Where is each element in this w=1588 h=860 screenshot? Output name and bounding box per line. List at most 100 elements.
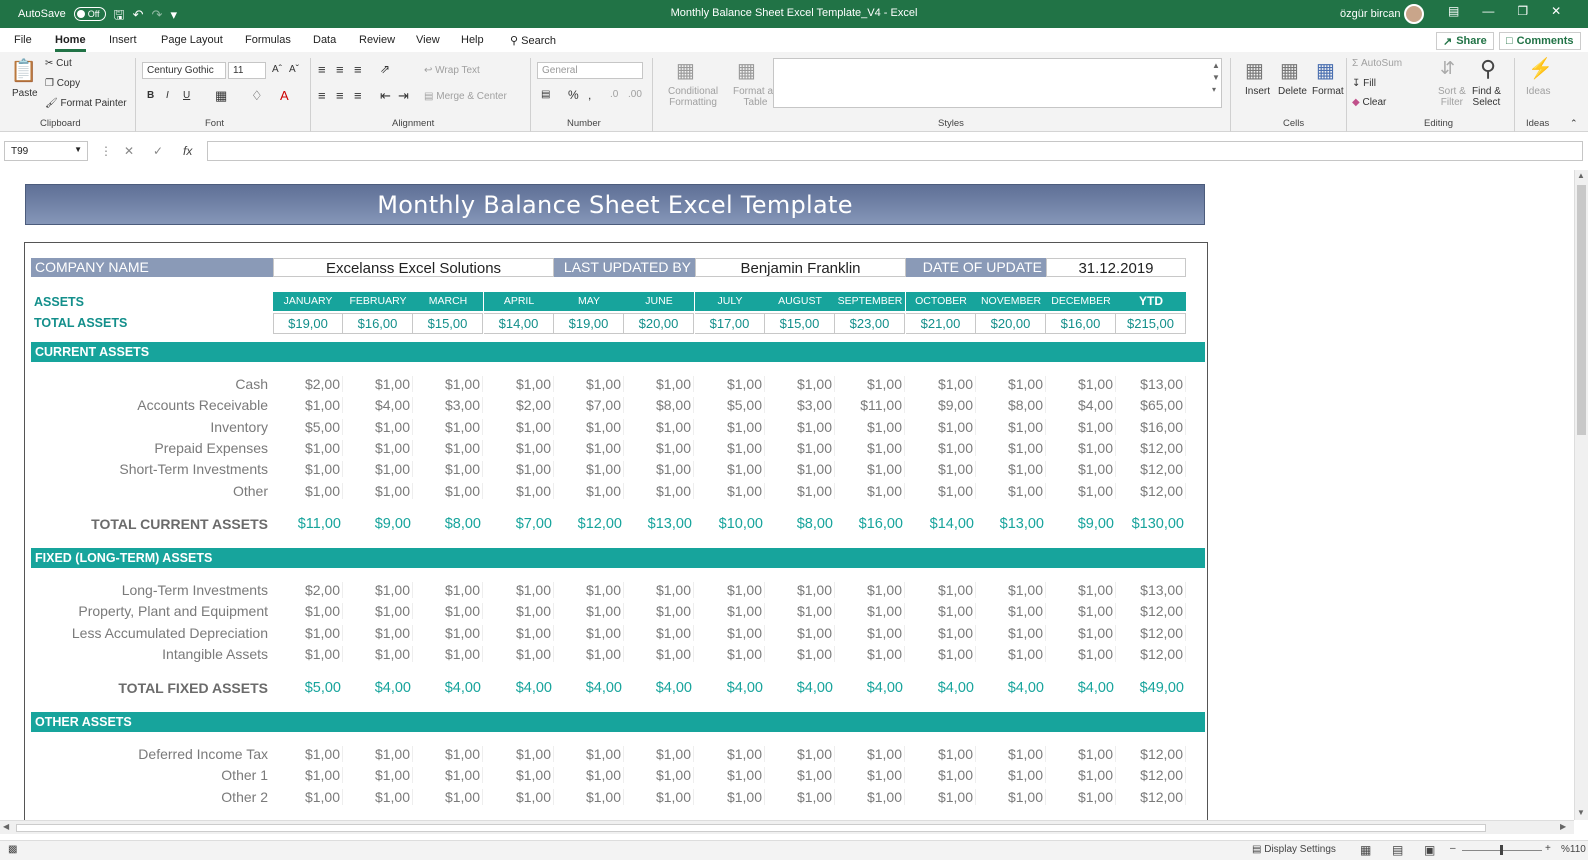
table-cell[interactable]: $3,00 xyxy=(765,397,835,413)
section-total-cell[interactable]: $13,00 xyxy=(976,516,1046,532)
table-cell[interactable]: $13,00 xyxy=(1116,582,1186,598)
section-total-cell[interactable]: $4,00 xyxy=(1046,680,1116,696)
table-cell[interactable]: $1,00 xyxy=(765,603,835,619)
table-cell[interactable]: $4,00 xyxy=(343,397,413,413)
format-as-table-icon[interactable]: ▦ xyxy=(737,58,756,83)
gallery-scroll-icon[interactable]: ▲▼▾ xyxy=(1212,60,1220,96)
table-cell[interactable]: $1,00 xyxy=(343,440,413,456)
section-total-cell[interactable]: $4,00 xyxy=(765,680,835,696)
section-total-cell[interactable]: $4,00 xyxy=(484,680,554,696)
format-painter-button[interactable]: 🖌 Format Painter xyxy=(45,98,127,109)
ideas-button[interactable]: Ideas xyxy=(1526,86,1550,97)
table-cell[interactable]: $12,00 xyxy=(1116,461,1186,477)
table-cell[interactable]: $1,00 xyxy=(273,646,343,662)
formula-input[interactable] xyxy=(207,141,1583,161)
scroll-up-icon[interactable]: ▲ xyxy=(1577,171,1585,180)
table-cell[interactable]: $1,00 xyxy=(343,483,413,499)
section-total-cell[interactable]: $4,00 xyxy=(976,680,1046,696)
paste-button[interactable]: Paste xyxy=(12,88,38,99)
table-cell[interactable]: $1,00 xyxy=(413,461,483,477)
table-cell[interactable]: $1,00 xyxy=(976,582,1046,598)
table-cell[interactable]: $1,00 xyxy=(484,646,554,662)
section-total-cell[interactable]: $4,00 xyxy=(343,680,413,696)
tab-help[interactable]: Help xyxy=(461,34,484,46)
table-cell[interactable]: $1,00 xyxy=(343,461,413,477)
restore-icon[interactable]: ❐ xyxy=(1517,4,1528,18)
table-cell[interactable]: $12,00 xyxy=(1116,625,1186,641)
table-cell[interactable]: $1,00 xyxy=(906,376,976,392)
increase-decimal-icon[interactable]: .0 xyxy=(610,89,618,100)
horizontal-scrollbar[interactable]: ◀ ▶ xyxy=(0,820,1574,834)
table-cell[interactable]: $1,00 xyxy=(1046,461,1116,477)
align-middle-icon[interactable]: ≡ xyxy=(336,62,344,77)
table-cell[interactable]: $1,00 xyxy=(835,767,905,783)
table-cell[interactable]: $9,00 xyxy=(906,397,976,413)
shrink-font-icon[interactable]: Aˇ xyxy=(289,64,299,75)
tab-view[interactable]: View xyxy=(416,34,440,46)
table-cell[interactable]: $1,00 xyxy=(906,461,976,477)
table-cell[interactable]: $1,00 xyxy=(906,582,976,598)
table-cell[interactable]: $1,00 xyxy=(765,746,835,762)
search-box[interactable]: ⚲ Search xyxy=(510,34,556,47)
table-cell[interactable]: $1,00 xyxy=(484,767,554,783)
vertical-scroll-thumb[interactable] xyxy=(1577,185,1586,435)
table-cell[interactable]: $1,00 xyxy=(413,483,483,499)
redo-icon[interactable]: ↷ xyxy=(152,8,163,21)
table-cell[interactable]: $1,00 xyxy=(413,625,483,641)
section-total-cell[interactable]: $4,00 xyxy=(835,680,905,696)
tab-insert[interactable]: Insert xyxy=(109,34,137,46)
table-cell[interactable]: $1,00 xyxy=(273,746,343,762)
table-cell[interactable]: $1,00 xyxy=(695,789,765,805)
table-cell[interactable]: $12,00 xyxy=(1116,603,1186,619)
scroll-down-icon[interactable]: ▼ xyxy=(1577,808,1585,817)
table-cell[interactable]: $1,00 xyxy=(624,603,694,619)
tab-data[interactable]: Data xyxy=(313,34,336,46)
table-cell[interactable]: $1,00 xyxy=(413,789,483,805)
table-cell[interactable]: $1,00 xyxy=(484,603,554,619)
percent-icon[interactable]: % xyxy=(568,88,579,102)
table-cell[interactable]: $7,00 xyxy=(554,397,624,413)
table-cell[interactable]: $2,00 xyxy=(273,582,343,598)
grow-font-icon[interactable]: Aˆ xyxy=(272,64,282,75)
table-cell[interactable]: $1,00 xyxy=(413,582,483,598)
table-cell[interactable]: $12,00 xyxy=(1116,789,1186,805)
enter-icon[interactable]: ✓ xyxy=(153,144,163,158)
format-cells-button[interactable]: Format xyxy=(1312,86,1344,97)
table-cell[interactable]: $1,00 xyxy=(695,646,765,662)
close-icon[interactable]: ✕ xyxy=(1551,4,1561,18)
table-cell[interactable]: $1,00 xyxy=(695,582,765,598)
accounting-format-icon[interactable]: ▤ xyxy=(541,89,550,100)
tab-page-layout[interactable]: Page Layout xyxy=(161,34,223,46)
table-cell[interactable]: $1,00 xyxy=(906,440,976,456)
section-total-cell[interactable]: $9,00 xyxy=(343,516,413,532)
table-cell[interactable]: $1,00 xyxy=(554,376,624,392)
total-assets-cell[interactable]: $23,00 xyxy=(835,313,905,334)
autosave-toggle[interactable]: Off xyxy=(74,7,106,21)
table-cell[interactable]: $1,00 xyxy=(413,419,483,435)
table-cell[interactable]: $12,00 xyxy=(1116,483,1186,499)
table-cell[interactable]: $1,00 xyxy=(343,582,413,598)
insert-cells-button[interactable]: Insert xyxy=(1245,86,1270,97)
section-total-cell[interactable]: $8,00 xyxy=(765,516,835,532)
section-total-cell[interactable]: $7,00 xyxy=(484,516,554,532)
table-cell[interactable]: $11,00 xyxy=(835,397,905,413)
table-cell[interactable]: $1,00 xyxy=(484,789,554,805)
table-cell[interactable]: $1,00 xyxy=(484,440,554,456)
table-cell[interactable]: $12,00 xyxy=(1116,440,1186,456)
wrap-text-button[interactable]: ↩ Wrap Text xyxy=(424,65,480,76)
table-cell[interactable]: $1,00 xyxy=(343,603,413,619)
align-center-icon[interactable]: ≡ xyxy=(336,88,344,103)
last-updated-value[interactable]: Benjamin Franklin xyxy=(695,258,906,277)
avatar[interactable] xyxy=(1404,4,1424,24)
total-assets-cell[interactable]: $19,00 xyxy=(554,313,624,334)
table-cell[interactable]: $1,00 xyxy=(835,582,905,598)
table-cell[interactable]: $1,00 xyxy=(624,376,694,392)
worksheet[interactable]: Monthly Balance Sheet Excel Template COM… xyxy=(0,170,1574,820)
total-assets-cell[interactable]: $215,00 xyxy=(1116,313,1186,334)
table-cell[interactable]: $1,00 xyxy=(1046,483,1116,499)
table-cell[interactable]: $1,00 xyxy=(1046,625,1116,641)
table-cell[interactable]: $1,00 xyxy=(835,483,905,499)
table-cell[interactable]: $1,00 xyxy=(413,440,483,456)
total-assets-cell[interactable]: $21,00 xyxy=(906,313,976,334)
align-bottom-icon[interactable]: ≡ xyxy=(354,62,362,77)
